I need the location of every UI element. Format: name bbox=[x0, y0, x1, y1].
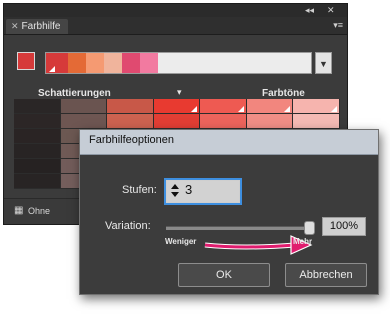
color-cell[interactable] bbox=[153, 99, 201, 113]
dialog-title-bar: Farbhilfeoptionen bbox=[80, 130, 378, 155]
harmony-swatch[interactable] bbox=[104, 53, 122, 73]
header-tones: Farbtöne bbox=[262, 88, 305, 99]
steps-stepper[interactable]: 3 bbox=[166, 180, 240, 203]
tab-label: Farbhilfe bbox=[21, 21, 61, 32]
harmony-swatch[interactable] bbox=[86, 53, 104, 73]
harmony-swatch[interactable] bbox=[68, 53, 86, 73]
cancel-button[interactable]: Abbrechen bbox=[285, 263, 367, 287]
close-panel-icon[interactable]: ✕ bbox=[327, 5, 335, 16]
color-cell[interactable] bbox=[14, 159, 61, 173]
harmony-swatch[interactable] bbox=[158, 53, 311, 73]
panel-tab-bar: ✕ Farbhilfe bbox=[4, 17, 347, 35]
color-cell[interactable] bbox=[14, 99, 61, 113]
color-harmony-bar[interactable] bbox=[45, 52, 312, 74]
color-cell[interactable] bbox=[14, 114, 61, 128]
harmony-dropdown-button[interactable]: ▼ bbox=[315, 52, 332, 74]
color-cell[interactable] bbox=[200, 99, 247, 113]
cell-marker-icon bbox=[284, 106, 291, 112]
variation-label: Variation: bbox=[105, 220, 151, 232]
base-color-marker-icon bbox=[49, 66, 55, 72]
cell-marker-icon bbox=[191, 106, 198, 112]
ok-button[interactable]: OK bbox=[178, 263, 270, 287]
color-cell[interactable] bbox=[293, 114, 341, 128]
color-cell[interactable] bbox=[200, 114, 247, 128]
dialog-title: Farbhilfeoptionen bbox=[89, 134, 175, 146]
color-cell[interactable] bbox=[246, 99, 294, 113]
color-cell[interactable] bbox=[153, 114, 201, 128]
panel-title-bar: ◂◂ ✕ bbox=[4, 4, 347, 17]
base-color-swatch[interactable] bbox=[17, 52, 35, 70]
tab-close-icon[interactable]: ✕ bbox=[11, 21, 19, 31]
header-shades: Schattierungen bbox=[38, 88, 111, 99]
color-cell[interactable] bbox=[14, 174, 61, 188]
steps-value[interactable]: 3 bbox=[185, 182, 192, 197]
header-options-icon[interactable]: ▾ bbox=[177, 87, 182, 98]
tab-farbhilfe[interactable]: ✕ Farbhilfe bbox=[6, 19, 69, 34]
harmony-swatch[interactable] bbox=[122, 53, 140, 73]
grid-row bbox=[14, 114, 341, 129]
swatches-icon[interactable]: ▦ bbox=[14, 205, 23, 216]
color-cell[interactable] bbox=[293, 99, 341, 113]
color-cell[interactable] bbox=[107, 99, 154, 113]
stepper-arrows-icon[interactable] bbox=[169, 183, 181, 198]
more-label: Mehr bbox=[293, 237, 313, 246]
steps-label: Stufen: bbox=[122, 184, 157, 196]
grid-row bbox=[14, 99, 341, 114]
farbhilfeoptionen-dialog: Farbhilfeoptionen Stufen: 3 Variation: 1… bbox=[79, 129, 379, 295]
harmony-swatch[interactable] bbox=[46, 53, 68, 73]
color-cell[interactable] bbox=[60, 99, 108, 113]
color-cell[interactable] bbox=[246, 114, 294, 128]
color-cell[interactable] bbox=[107, 114, 154, 128]
color-cell[interactable] bbox=[14, 144, 61, 158]
variation-slider[interactable] bbox=[166, 226, 309, 230]
panel-menu-icon[interactable]: ▾≡ bbox=[333, 18, 343, 32]
color-cell[interactable] bbox=[14, 129, 61, 143]
harmony-swatch[interactable] bbox=[140, 53, 158, 73]
cell-marker-icon bbox=[237, 106, 244, 112]
variation-percent-field[interactable]: 100% bbox=[322, 217, 366, 236]
color-cell[interactable] bbox=[60, 114, 108, 128]
footer-label: Ohne bbox=[28, 206, 51, 216]
cell-marker-icon bbox=[331, 106, 338, 112]
collapse-panel-icon[interactable]: ◂◂ bbox=[305, 5, 314, 16]
stepper-down-icon[interactable] bbox=[171, 192, 179, 197]
less-label: Weniger bbox=[165, 237, 197, 246]
stepper-up-icon[interactable] bbox=[171, 184, 179, 189]
